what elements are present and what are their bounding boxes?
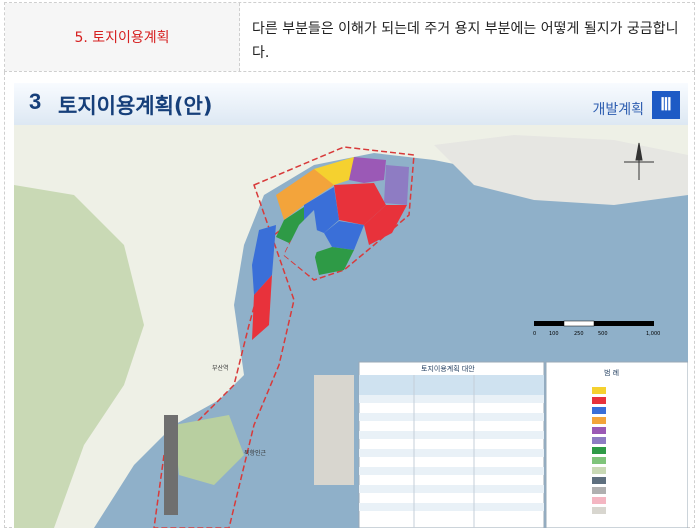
- question-label: 5. 토지이용계획: [74, 30, 170, 46]
- land-use-map: 토지이용계획 대안 범 례 0 100 250 500 1,000 부산역 북항…: [14, 125, 688, 528]
- section-roman-badge: Ⅲ: [652, 91, 680, 119]
- slide-title: 토지이용계획(안): [58, 94, 213, 118]
- table-title: 토지이용계획 대안: [421, 364, 475, 373]
- map-label-station: 부산역: [212, 364, 229, 372]
- answer-cell: 다른 부분들은 이해가 되는데 주거 용지 부분에는 어떻게 될지가 궁금합니다…: [252, 21, 679, 61]
- question-cell: 5. 토지이용계획: [5, 3, 240, 71]
- scale-label-0: 0: [533, 331, 536, 337]
- parcel-mice: [349, 157, 386, 183]
- map-label-north-port: 북항인근: [244, 449, 267, 457]
- scale-label-2: 250: [574, 331, 584, 337]
- land-use-slide: 3 토지이용계획(안) 개발계획 Ⅲ 토지이용계획 대안 범 례 0 100 2…: [14, 83, 688, 528]
- scale-label-1: 100: [549, 331, 559, 337]
- legend-panel: [545, 361, 688, 528]
- scale-bar: [534, 320, 654, 327]
- table-head: [359, 375, 544, 395]
- qa-row: 5. 토지이용계획 다른 부분들은 이해가 되는데 주거 용지 부분에는 어떻게…: [4, 2, 695, 72]
- scale-label-3: 500: [598, 331, 608, 337]
- rail-yard: [164, 415, 178, 515]
- pier-1: [314, 375, 354, 485]
- section-label: 개발계획: [592, 102, 644, 118]
- slide-header: 3 토지이용계획(안) 개발계획 Ⅲ: [14, 83, 688, 125]
- slide-number: 3: [29, 89, 42, 114]
- scale-label-4: 1,000: [646, 331, 660, 337]
- legend-title: 범 례: [604, 368, 619, 377]
- parcel-culture: [384, 165, 409, 205]
